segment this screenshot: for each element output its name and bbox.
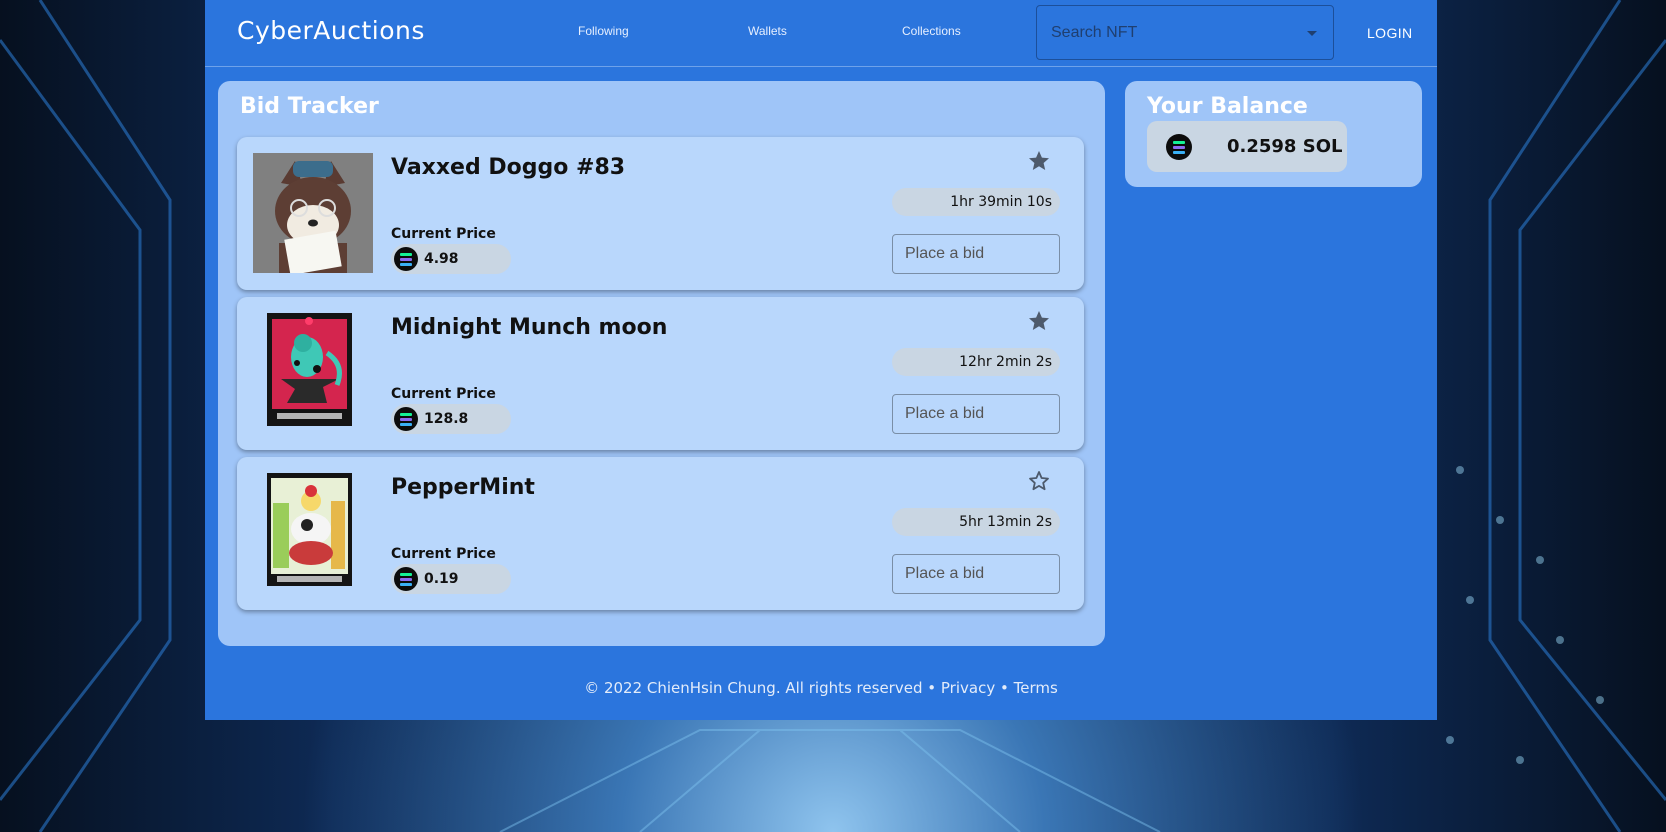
star-filled-icon[interactable] (1027, 149, 1051, 173)
price-value: 0.19 (424, 571, 459, 587)
solana-icon (1166, 134, 1192, 160)
bid-tracker-title: Bid Tracker (240, 94, 379, 119)
privacy-link[interactable]: Privacy (941, 679, 995, 697)
top-navbar: CyberAuctions Following Wallets Collecti… (205, 0, 1437, 67)
balance-badge: 0.2598 SOL (1147, 121, 1347, 172)
auction-card: Vaxxed Doggo #83 1hr 39min 10s Current P… (237, 137, 1084, 290)
price-label: Current Price (391, 386, 496, 402)
app-logo[interactable]: CyberAuctions (237, 16, 425, 45)
nft-image-peppermint[interactable] (267, 473, 352, 586)
nav-following[interactable]: Following (578, 24, 629, 38)
solana-icon (394, 407, 418, 431)
auction-card: PepperMint 5hr 13min 2s Current Price 0.… (237, 457, 1084, 610)
login-button[interactable]: LOGIN (1367, 25, 1413, 41)
countdown-timer: 5hr 13min 2s (892, 508, 1060, 536)
auction-card: Midnight Munch moon 12hr 2min 2s Current… (237, 297, 1084, 450)
star-outline-icon[interactable] (1027, 469, 1051, 493)
price-label: Current Price (391, 546, 496, 562)
item-name: PepperMint (391, 475, 535, 500)
footer-separator: • (999, 679, 1009, 697)
nft-image-midnight-munch[interactable] (267, 313, 352, 426)
footer: © 2022 ChienHsin Chung. All rights reser… (205, 679, 1437, 697)
item-name: Midnight Munch moon (391, 315, 668, 340)
footer-copyright: © 2022 ChienHsin Chung. All rights reser… (584, 679, 923, 697)
bid-tracker-panel: Bid Tracker Vaxxed Doggo #83 1hr 39min 1… (218, 81, 1105, 646)
star-filled-icon[interactable] (1027, 309, 1051, 333)
price-label: Current Price (391, 226, 496, 242)
search-input[interactable] (1049, 20, 1293, 46)
solana-icon (394, 247, 418, 271)
price-badge: 128.8 (391, 404, 511, 434)
terms-link[interactable]: Terms (1014, 679, 1058, 697)
app-container: CyberAuctions Following Wallets Collecti… (205, 0, 1437, 720)
item-name: Vaxxed Doggo #83 (391, 155, 626, 180)
balance-title: Your Balance (1147, 94, 1308, 119)
place-bid-input[interactable] (892, 234, 1060, 274)
nav-collections[interactable]: Collections (902, 24, 961, 38)
search-nft-select[interactable] (1036, 5, 1334, 60)
price-badge: 4.98 (391, 244, 511, 274)
nft-image-vaxxed-doggo[interactable] (253, 153, 373, 273)
chevron-down-icon[interactable] (1307, 31, 1317, 36)
countdown-timer: 12hr 2min 2s (892, 348, 1060, 376)
place-bid-input[interactable] (892, 394, 1060, 434)
countdown-timer: 1hr 39min 10s (892, 188, 1060, 216)
place-bid-input[interactable] (892, 554, 1060, 594)
footer-separator: • (927, 679, 937, 697)
balance-panel: Your Balance 0.2598 SOL (1125, 81, 1422, 187)
price-value: 4.98 (424, 251, 459, 267)
price-badge: 0.19 (391, 564, 511, 594)
price-value: 128.8 (424, 411, 469, 427)
solana-icon (394, 567, 418, 591)
balance-value: 0.2598 SOL (1227, 136, 1343, 157)
nav-wallets[interactable]: Wallets (748, 24, 787, 38)
